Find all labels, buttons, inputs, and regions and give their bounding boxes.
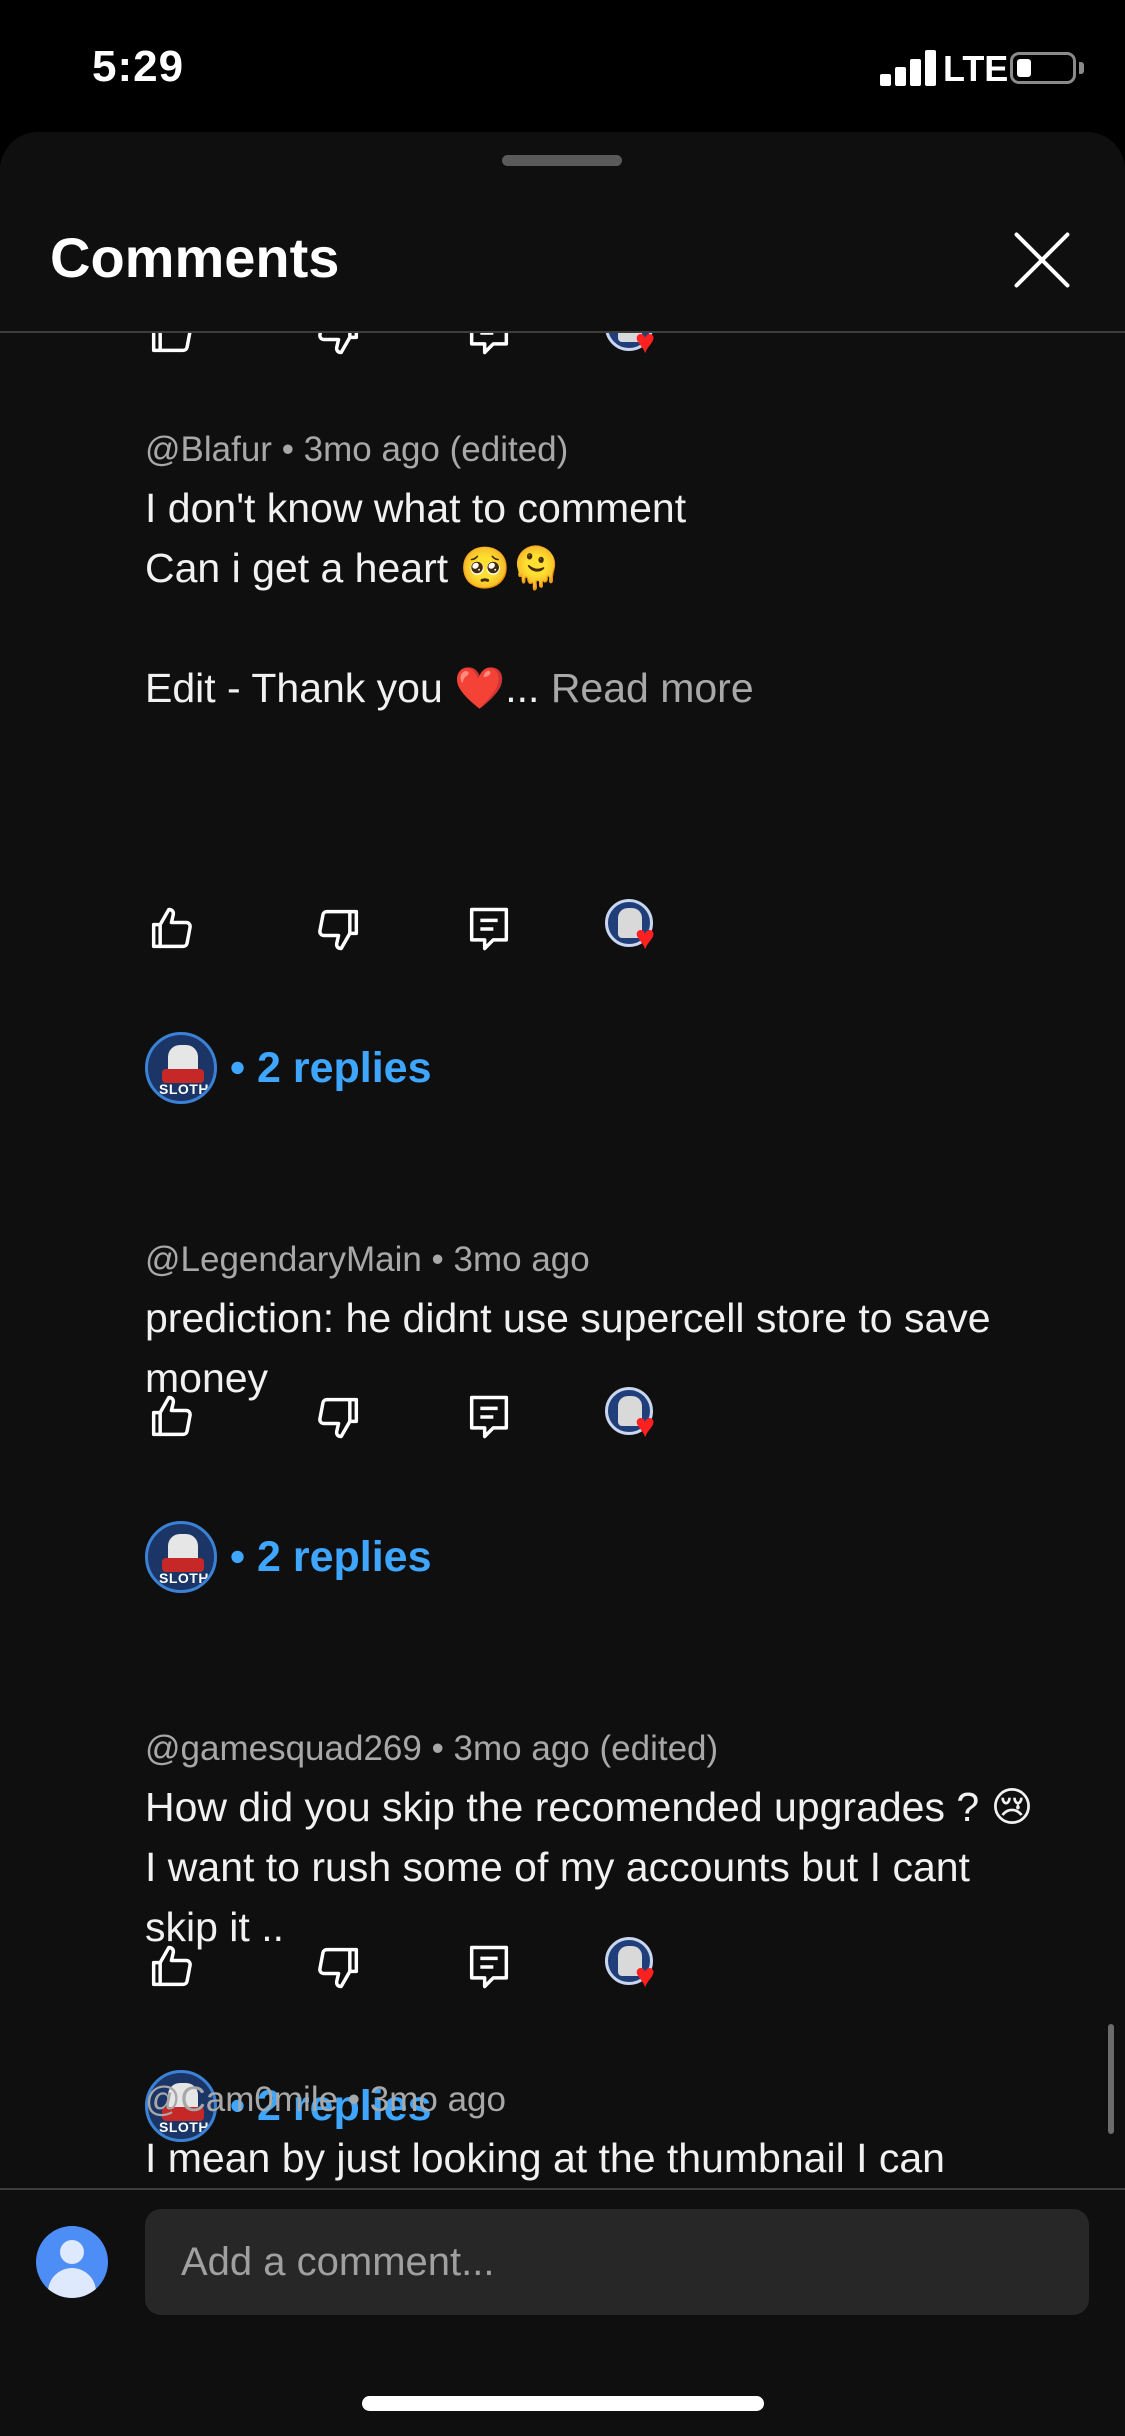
replies-count[interactable]: • 2 replies	[230, 1533, 432, 1582]
status-time: 5:29	[92, 42, 185, 91]
comment-actions: ♥	[145, 1937, 705, 2001]
creator-heart-badge: ♥	[605, 899, 669, 963]
thumbs-down-icon[interactable]	[313, 1391, 365, 1443]
comment-actions: ♥	[145, 899, 705, 963]
comment-input[interactable]	[145, 2209, 1089, 2315]
comment-item: @LegendaryMain • 3mo ago prediction: he …	[145, 1240, 1045, 1408]
close-icon[interactable]	[1010, 228, 1074, 292]
comment-author[interactable]: @gamesquad269	[145, 1729, 422, 1768]
replies-button[interactable]: SLOTH • 2 replies	[145, 1032, 645, 1104]
thumbs-down-icon[interactable]	[313, 333, 365, 359]
creator-heart-badge: ♥	[605, 1387, 669, 1451]
drag-handle[interactable]	[502, 155, 622, 166]
avatar: SLOTH	[145, 1032, 217, 1104]
comment-actions: ♥	[145, 333, 705, 367]
thumbs-up-icon[interactable]	[145, 1941, 197, 1993]
replies-count[interactable]: • 2 replies	[230, 2082, 432, 2131]
replies-button[interactable]: SLOTH • 2 replies	[145, 2070, 645, 2142]
reply-icon[interactable]	[463, 1391, 515, 1443]
home-indicator[interactable]	[362, 2396, 764, 2411]
read-more-link[interactable]: Read more	[551, 665, 754, 711]
reply-icon[interactable]	[463, 1941, 515, 1993]
network-label: LTE	[943, 48, 1009, 89]
reply-icon[interactable]	[463, 903, 515, 955]
avatar-label: SLOTH	[159, 2119, 209, 2135]
status-bar: 5:29 LTE	[0, 0, 1125, 130]
avatar-label: SLOTH	[159, 1570, 209, 1586]
avatar: SLOTH	[145, 1521, 217, 1593]
creator-heart-badge: ♥	[605, 333, 669, 367]
comment-text: I don't know what to comment Can i get a…	[145, 478, 1045, 718]
comments-sheet: Comments ♥ @Blafur • 3mo ago (edited) I …	[0, 132, 1125, 2436]
comment-text: How did you skip the recomended upgrades…	[145, 1784, 1034, 1950]
heart-icon: ♥	[635, 333, 656, 361]
signal-icon	[880, 50, 938, 86]
comment-list[interactable]: ♥ @Blafur • 3mo ago (edited) I don't kno…	[0, 333, 1125, 2188]
comment-item: @gamesquad269 • 3mo ago (edited) How did…	[145, 1729, 1045, 1957]
avatar-label: SLOTH	[159, 1081, 209, 1097]
comment-meta: @gamesquad269 • 3mo ago (edited)	[145, 1729, 719, 1768]
heart-icon: ♥	[635, 919, 656, 957]
comment-item: @Blafur • 3mo ago (edited) I don't know …	[145, 430, 1045, 718]
comment-age: 3mo ago	[453, 1240, 590, 1279]
scrollbar[interactable]	[1108, 2024, 1114, 2134]
thumbs-down-icon[interactable]	[313, 903, 365, 955]
thumbs-up-icon[interactable]	[145, 903, 197, 955]
comment-age: 3mo ago (edited)	[303, 430, 569, 469]
battery-icon	[1010, 52, 1076, 84]
sheet-title: Comments	[50, 226, 340, 289]
avatar: SLOTH	[145, 2070, 217, 2142]
thumbs-up-icon[interactable]	[145, 1391, 197, 1443]
comment-author[interactable]: @Blafur	[145, 430, 272, 469]
heart-icon: ♥	[635, 1407, 656, 1445]
comment-actions: ♥	[145, 1387, 705, 1451]
creator-heart-badge: ♥	[605, 1937, 669, 2001]
heart-icon: ♥	[635, 1957, 656, 1995]
thumbs-down-icon[interactable]	[313, 1941, 365, 1993]
avatar[interactable]	[36, 2226, 108, 2298]
comment-age: 3mo ago (edited)	[453, 1729, 719, 1768]
replies-button[interactable]: SLOTH • 2 replies	[145, 1521, 645, 1593]
comment-author[interactable]: @LegendaryMain	[145, 1240, 422, 1279]
comment-text: prediction: he didnt use supercell store…	[145, 1295, 991, 1401]
reply-icon[interactable]	[463, 333, 515, 359]
comment-meta: @Blafur • 3mo ago (edited)	[145, 430, 569, 469]
replies-count[interactable]: • 2 replies	[230, 1044, 432, 1093]
thumbs-up-icon[interactable]	[145, 333, 197, 359]
comment-meta: @LegendaryMain • 3mo ago	[145, 1240, 590, 1279]
